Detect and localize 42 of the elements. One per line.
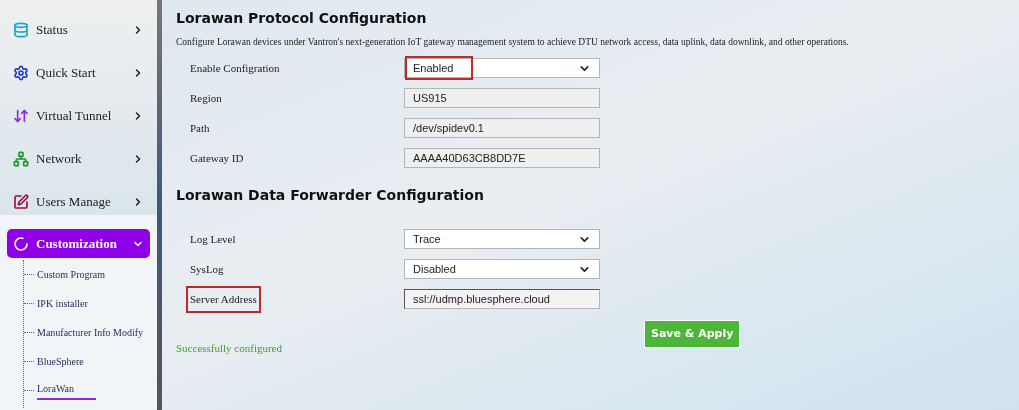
loader-icon	[13, 235, 29, 252]
network-icon	[13, 150, 29, 167]
submenu-item[interactable]: Custom Program	[37, 266, 106, 282]
field-value: Trace	[412, 232, 442, 247]
submenu-item[interactable]: Manufacturer Info Modify	[37, 324, 144, 340]
input-field[interactable]: US915	[404, 88, 600, 109]
sidebar-item[interactable]: Users Manage	[7, 188, 150, 215]
arrows-icon	[13, 107, 29, 124]
select-field[interactable]: Trace	[404, 229, 600, 250]
status-message: Successfully configured	[176, 341, 283, 357]
section-title: Lorawan Protocol Configuration	[176, 9, 428, 28]
submenu-item[interactable]: BlueSphere	[37, 353, 84, 369]
field-label: SysLog	[189, 262, 225, 277]
sidebar-item[interactable]: Customization	[7, 229, 150, 258]
field-value: Enabled	[405, 56, 473, 81]
section-description: Configure Lorawan devices under Vantron's next-generation IoT gateway management system to achieve DTU network access, data uplink, data downlink, and other operations.	[176, 36, 850, 49]
sidebar-item[interactable]: Network	[7, 145, 150, 172]
field-value: US915	[412, 91, 448, 106]
sidebar-item[interactable]: Quick Start	[7, 59, 150, 86]
database-icon	[13, 21, 29, 38]
submenu-item[interactable]: IPK installer	[37, 295, 88, 311]
sidebar-item[interactable]: Virtual Tunnel	[7, 102, 150, 129]
submenu-item[interactable]: LoraWan	[37, 380, 96, 400]
edit-icon	[13, 193, 29, 210]
field-value: /dev/spidev0.1	[412, 121, 485, 136]
section-title: Lorawan Data Forwarder Configuration	[176, 186, 485, 206]
field-value: ssl://udmp.bluesphere.cloud	[412, 292, 551, 307]
field-label: Path	[189, 121, 211, 136]
field-value: AAAA40D63CB8DD7E	[412, 151, 527, 166]
input-field[interactable]: AAAA40D63CB8DD7E	[404, 148, 600, 169]
gear-icon	[13, 64, 29, 81]
field-label: Region	[189, 91, 223, 106]
input-field[interactable]: /dev/spidev0.1	[404, 118, 600, 139]
field-label: Gateway ID	[189, 151, 245, 166]
select-field[interactable]: Disabled	[404, 259, 600, 280]
field-value: Disabled	[412, 262, 457, 277]
field-label: Log Level	[189, 232, 237, 247]
field-label: Server Address	[186, 286, 261, 313]
input-field[interactable]: ssl://udmp.bluesphere.cloud	[404, 289, 600, 310]
select-field[interactable]: Enabled	[404, 58, 600, 79]
sidebar-item[interactable]: Status	[7, 16, 150, 43]
field-label: Enable Configration	[189, 61, 281, 76]
